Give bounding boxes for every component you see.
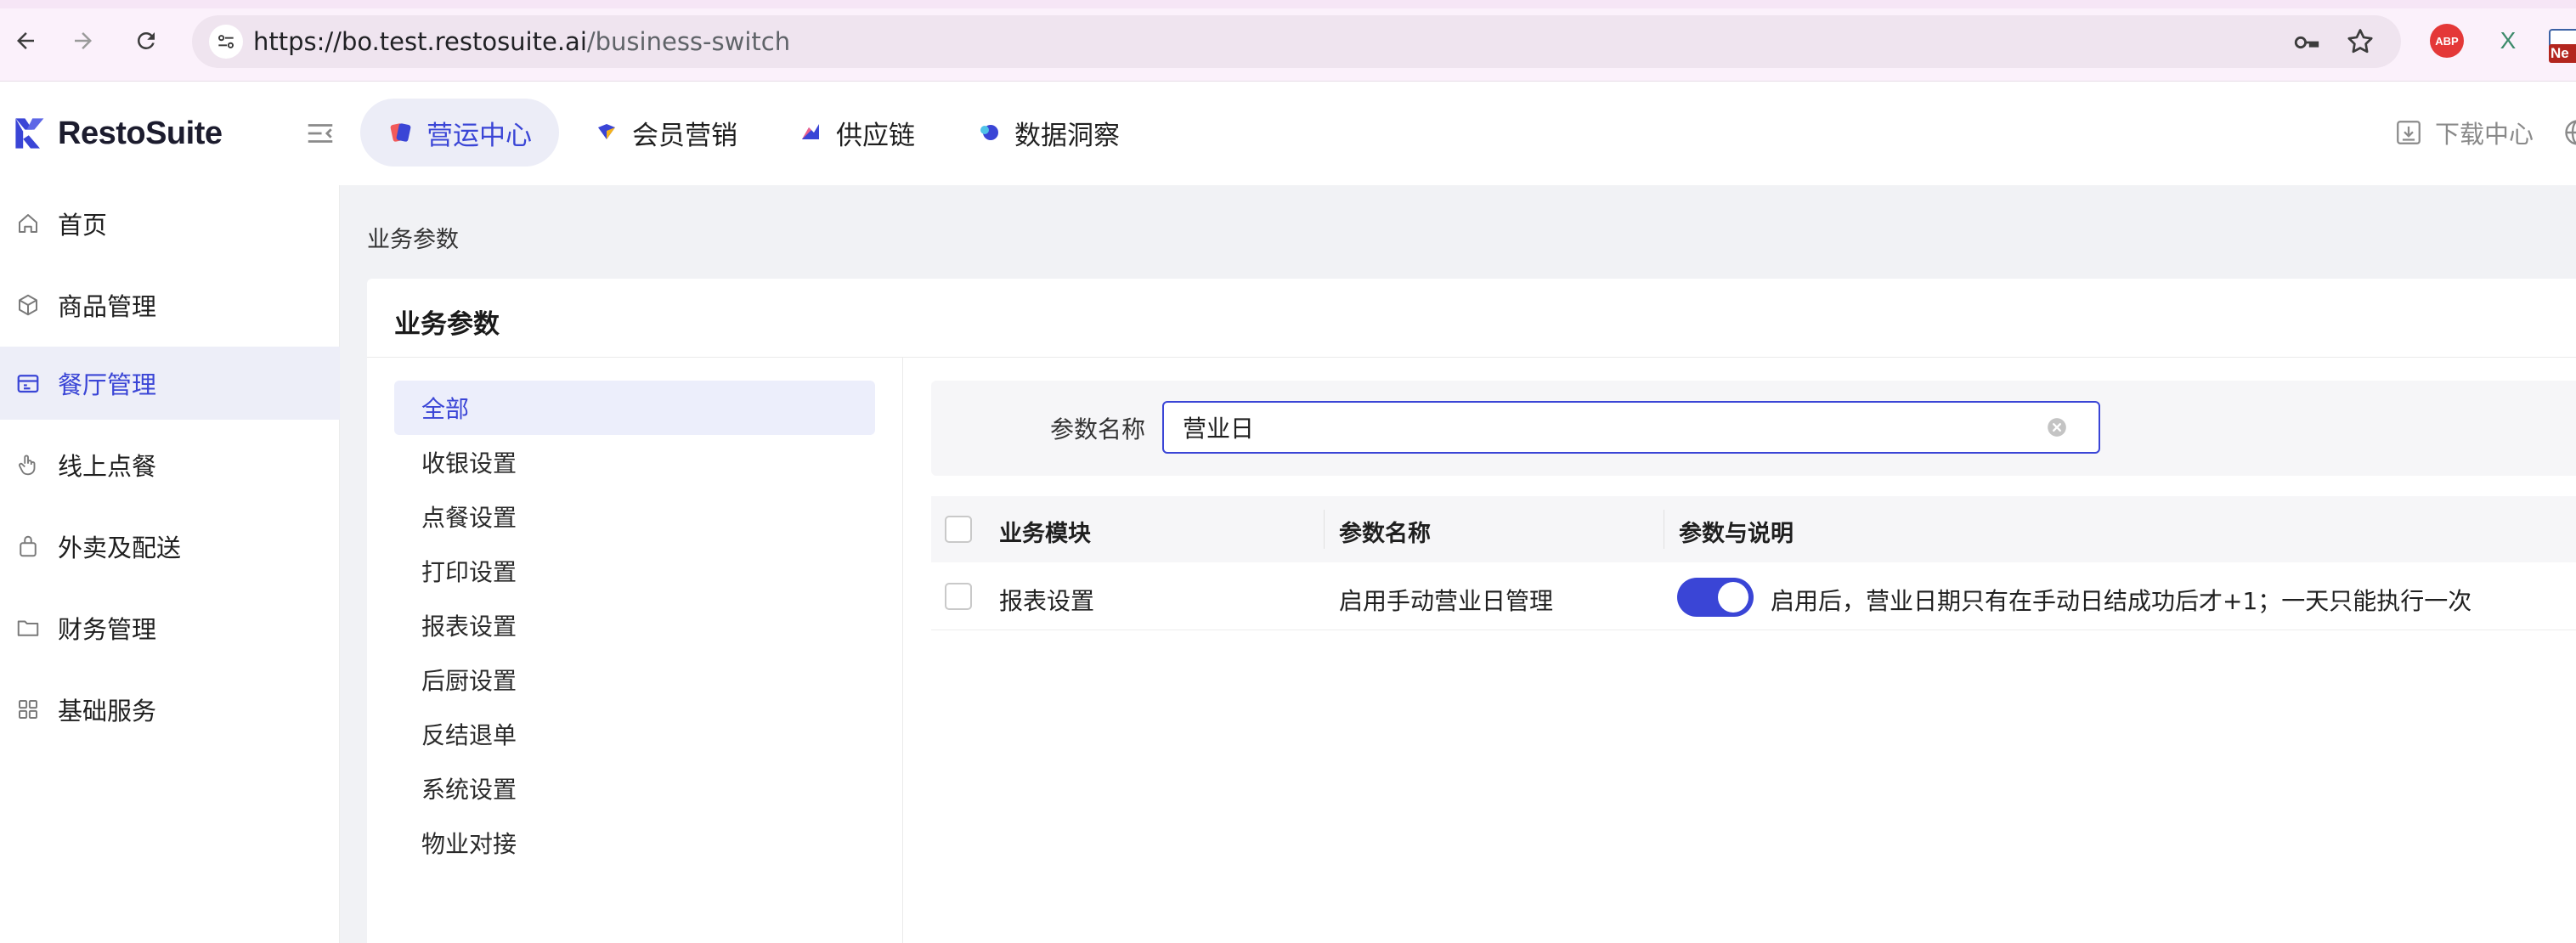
divider — [902, 358, 903, 943]
top-tab-supply-chain[interactable]: 供应链 — [770, 99, 942, 167]
password-key-icon[interactable] — [2292, 28, 2321, 57]
bag-icon — [20, 535, 37, 557]
category-label: 打印设置 — [421, 558, 517, 586]
sidebar-item-label: 财务管理 — [58, 615, 157, 644]
parameter-name-search-input[interactable] — [1162, 401, 2100, 454]
column-header-module: 业务模块 — [999, 521, 1091, 547]
address-bar[interactable]: https://bo.test.restosuite.ai/business-s… — [192, 15, 2401, 68]
category-label: 物业对接 — [421, 830, 517, 858]
row-checkbox[interactable] — [945, 583, 972, 610]
category-label: 点餐设置 — [421, 504, 517, 532]
category-item-printing[interactable]: 打印设置 — [394, 544, 875, 598]
column-header-param-desc: 参数与说明 — [1679, 521, 1794, 547]
category-item-ordering[interactable]: 点餐设置 — [394, 489, 875, 544]
top-tab-operations[interactable]: 营运中心 — [360, 99, 559, 167]
tab-strip — [0, 0, 2576, 8]
sidebar-item-label: 线上点餐 — [58, 452, 157, 481]
clear-input-icon[interactable] — [2046, 416, 2068, 438]
membership-icon — [598, 124, 615, 139]
adblock-extension-icon[interactable]: ABP — [2430, 24, 2464, 58]
cell-param-name: 启用手动营业日管理 — [1339, 587, 1554, 615]
grid-icon — [19, 700, 37, 719]
category-item-kitchen[interactable]: 后厨设置 — [394, 652, 875, 707]
category-label: 收银设置 — [421, 449, 517, 477]
sidebar-item-label: 商品管理 — [58, 292, 157, 321]
top-tab-label: 数据洞察 — [1014, 120, 1120, 151]
bookmark-star-icon[interactable] — [2345, 26, 2375, 57]
category-item-system[interactable]: 系统设置 — [394, 761, 875, 816]
forward-button[interactable] — [63, 20, 104, 61]
select-all-checkbox[interactable] — [945, 516, 972, 543]
category-item-reports[interactable]: 报表设置 — [394, 598, 875, 652]
category-label: 系统设置 — [421, 776, 517, 804]
sidebar-item-label: 基础服务 — [58, 697, 157, 726]
download-center-label: 下载中心 — [2435, 120, 2534, 149]
category-label: 反结退单 — [421, 721, 517, 749]
sidebar-item-basic-services[interactable]: 基础服务 — [0, 673, 340, 746]
filter-label: 参数名称 — [1050, 415, 1146, 443]
top-tab-data-insights[interactable]: 数据洞察 — [948, 99, 1147, 167]
cell-param-description: 启用后，营业日期只有在手动日结成功后才+1；一天只能执行一次 — [1771, 587, 2472, 615]
store-icon — [17, 375, 39, 393]
category-item-property[interactable]: 物业对接 — [394, 816, 875, 870]
sidebar-item-label: 首页 — [58, 211, 108, 240]
sidebar-item-label: 餐厅管理 — [58, 370, 157, 399]
category-label: 后厨设置 — [421, 667, 517, 695]
sidebar-item-label: 外卖及配送 — [58, 534, 182, 562]
column-divider — [1324, 510, 1325, 549]
app-header: RestoSuite 营运中心 会员营销 供应链 数据洞察 下载中心 — [0, 82, 2576, 185]
category-label: 全部 — [421, 395, 470, 423]
cell-module: 报表设置 — [999, 587, 1095, 615]
category-item-all[interactable]: 全部 — [394, 381, 875, 435]
sidebar-item-finance[interactable]: 财务管理 — [0, 591, 340, 664]
category-item-cashier[interactable]: 收银设置 — [394, 435, 875, 489]
toggle-knob — [1718, 582, 1748, 613]
url-path: /business-switch — [586, 27, 791, 56]
top-tab-label: 会员营销 — [632, 120, 737, 151]
new-extension-icon[interactable]: Ne — [2549, 24, 2576, 63]
restosuite-logo-icon — [15, 118, 44, 149]
breadcrumb: 业务参数 — [367, 227, 459, 253]
sidebar-item-products[interactable]: 商品管理 — [0, 268, 340, 342]
sidebar-item-online-ordering[interactable]: 线上点餐 — [0, 428, 340, 501]
collapse-menu-icon[interactable] — [304, 117, 336, 150]
data-insights-icon — [980, 125, 998, 140]
reload-icon — [138, 32, 155, 49]
language-globe-icon[interactable] — [2562, 117, 2576, 148]
url-host: https://bo.test.restosuite.ai — [253, 27, 587, 56]
manual-business-day-toggle[interactable] — [1677, 578, 1754, 617]
download-icon — [2397, 121, 2421, 144]
download-center-button[interactable]: 下载中心 — [2394, 116, 2534, 150]
folder-icon — [17, 620, 39, 636]
sidebar: 首页 商品管理 餐厅管理 线上点餐 外卖及配送 财务管理 基础服务 — [0, 185, 340, 943]
hand-pointer-icon — [19, 455, 36, 476]
category-label: 报表设置 — [421, 613, 517, 641]
x-extension-icon[interactable]: X — [2491, 24, 2525, 58]
top-tab-label: 营运中心 — [427, 120, 532, 151]
arrow-right-icon — [75, 32, 92, 49]
supply-chain-icon — [802, 124, 819, 139]
top-tab-label: 供应链 — [836, 120, 915, 151]
reload-button[interactable] — [126, 20, 167, 61]
back-button[interactable] — [5, 20, 46, 61]
operations-icon — [390, 123, 411, 142]
brand-logo[interactable]: RestoSuite — [12, 112, 223, 155]
column-header-param-name: 参数名称 — [1339, 521, 1431, 547]
page-title: 业务参数 — [394, 309, 500, 340]
category-item-refund[interactable]: 反结退单 — [394, 707, 875, 761]
sidebar-item-home[interactable]: 首页 — [0, 187, 340, 260]
site-settings-icon[interactable] — [209, 25, 243, 59]
divider — [367, 357, 2576, 358]
browser-toolbar: https://bo.test.restosuite.ai/business-s… — [0, 0, 2576, 82]
brand-name: RestoSuite — [58, 115, 223, 151]
home-icon — [19, 214, 37, 233]
sidebar-item-restaurant[interactable]: 餐厅管理 — [0, 347, 340, 420]
url-text[interactable]: https://bo.test.restosuite.ai/business-s… — [253, 27, 790, 56]
top-tab-membership[interactable]: 会员营销 — [566, 99, 765, 167]
box-icon — [19, 294, 37, 316]
arrow-left-icon — [17, 32, 34, 49]
new-badge: Ne — [2549, 44, 2576, 63]
sidebar-item-delivery[interactable]: 外卖及配送 — [0, 510, 340, 583]
